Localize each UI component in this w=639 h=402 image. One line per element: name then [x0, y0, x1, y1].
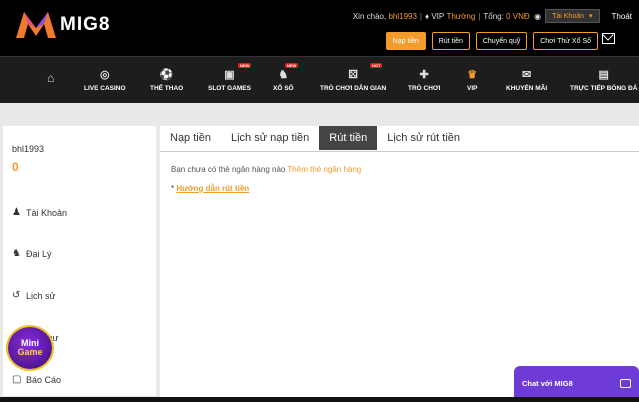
add-bank-link[interactable]: Thêm thẻ ngân hàng: [287, 165, 361, 174]
nav-item-folk-games[interactable]: HOT ⚄ TRÒ CHƠI DÂN GIAN: [320, 57, 386, 103]
nav-label: SLOT GAMES: [208, 85, 251, 92]
chat-label: Chat với MIG8: [522, 378, 573, 388]
main-nav: ⌂ ◎ LIVE CASINO ⚽ THỂ THAO NEW ▣ SLOT GA…: [0, 56, 639, 103]
account-select-value: Tài Khoản: [552, 12, 585, 20]
sidebar-username: bhl1993: [12, 144, 45, 154]
sidebar-item-label: Tài Khoản: [26, 207, 68, 218]
gift-icon: ✉: [521, 69, 532, 81]
nav-label: KHUYẾN MÃI: [506, 85, 548, 92]
nav-label: LIVE CASINO: [84, 85, 126, 92]
mini-game-line2: Game: [17, 347, 43, 357]
mail-icon[interactable]: [602, 33, 615, 44]
account-select[interactable]: Tài Khoản ▾: [545, 9, 600, 23]
transfer-button[interactable]: Chuyển quỹ: [475, 32, 528, 50]
total-value: 0 VNĐ: [506, 11, 530, 21]
nav-item-live-football[interactable]: ▤ TRỰC TIẾP BÓNG ĐÁ: [570, 57, 637, 103]
report-icon: ▢: [12, 374, 22, 385]
chip-icon: ◎: [99, 69, 110, 81]
lottery-trial-button[interactable]: Chơi Thử Xổ Số: [533, 32, 598, 50]
action-buttons: Nạp tiền Rút tiền Chuyển quỹ Chơi Thử Xổ…: [385, 32, 598, 50]
logout-link[interactable]: Thoát: [612, 12, 632, 21]
chevron-down-icon: ▾: [589, 13, 593, 20]
chat-bubble-icon: [620, 378, 631, 388]
nav-label: VIP: [467, 85, 478, 92]
lottery-icon: ♞: [278, 69, 289, 81]
vip-level: Thường: [446, 11, 476, 21]
username-link[interactable]: bhl1993: [388, 12, 416, 21]
tab-withdraw-history[interactable]: Lịch sử rút tiền: [377, 126, 470, 150]
nav-label: TRÒ CHƠI: [408, 85, 441, 92]
sidebar-item-label: Lịch sử: [26, 290, 56, 301]
nav-item-games[interactable]: ✚ TRÒ CHƠI: [408, 57, 440, 103]
brand-logo[interactable]: MIG8: [14, 10, 110, 40]
nav-item-live-casino[interactable]: ◎ LIVE CASINO: [84, 57, 126, 103]
nav-label: TRÒ CHƠI DÂN GIAN: [320, 85, 387, 92]
sidebar-item-account[interactable]: ♟ Tài Khoản: [12, 207, 67, 218]
sidebar-item-history[interactable]: ↺ Lịch sử: [12, 290, 56, 301]
no-bank-message: Bạn chưa có thẻ ngân hàng nào Thêm thẻ n…: [171, 165, 361, 174]
deposit-button[interactable]: Nạp tiền: [385, 32, 426, 50]
nav-item-sports[interactable]: ⚽ THỂ THAO: [150, 57, 183, 103]
ball-icon: ⚽: [159, 69, 174, 81]
nav-label: TRỰC TIẾP BÓNG ĐÁ: [570, 85, 638, 92]
tv-icon: ▤: [598, 69, 609, 81]
no-bank-text: Bạn chưa có thẻ ngân hàng nào: [171, 165, 286, 174]
tab-bar: Nạp tiền Lịch sử nạp tiền Rút tiền Lịch …: [160, 126, 639, 152]
tab-withdraw[interactable]: Rút tiền: [319, 126, 378, 150]
diamond-icon: ♦: [425, 11, 430, 21]
nav-label: THỂ THAO: [150, 85, 184, 92]
sidebar-item-label: Báo Cáo: [26, 374, 62, 385]
sidebar-item-label: Đại Lý: [26, 248, 52, 259]
new-badge: NEW: [238, 63, 252, 68]
nav-item-promotions[interactable]: ✉ KHUYẾN MÃI: [506, 57, 547, 103]
tab-deposit-history[interactable]: Lịch sử nạp tiền: [221, 126, 319, 150]
slot-icon: ▣: [224, 69, 235, 81]
tab-deposit[interactable]: Nạp tiền: [160, 126, 221, 150]
total-label: Tổng:: [483, 11, 504, 21]
history-icon: ↺: [12, 290, 21, 301]
guide-bullet: *: [171, 184, 175, 193]
sidebar-item-agents[interactable]: ♞ Đại Lý: [12, 248, 52, 259]
top-header: MIG8 Xin chào, bhl1993 | ♦ VIP Thường | …: [0, 0, 639, 56]
withdraw-button[interactable]: Rút tiền: [431, 32, 470, 50]
gamepad-icon: ✚: [419, 69, 429, 81]
chat-button[interactable]: Chat với MIG8: [514, 366, 639, 400]
vip-label: VIP: [431, 11, 445, 21]
eye-icon[interactable]: ◉: [534, 12, 541, 21]
account-bar: Xin chào, bhl1993 | ♦ VIP Thường | Tổng:…: [353, 9, 639, 23]
nav-item-vip[interactable]: ♛ VIP: [467, 57, 477, 103]
mini-game-button[interactable]: Mini Game: [8, 327, 52, 369]
withdraw-guide-link[interactable]: Hướng dẫn rút tiền: [176, 184, 249, 193]
withdraw-guide: * Hướng dẫn rút tiền: [171, 184, 249, 193]
greeting-text: Xin chào,: [352, 11, 387, 21]
home-icon[interactable]: ⌂: [47, 71, 61, 85]
main-panel: Nạp tiền Lịch sử nạp tiền Rút tiền Lịch …: [160, 126, 639, 402]
dice-icon: ⚄: [348, 69, 358, 81]
hot-badge: HOT: [370, 63, 383, 68]
brand-name: MIG8: [60, 14, 111, 35]
agents-icon: ♞: [12, 248, 21, 259]
user-icon: ♟: [12, 207, 21, 218]
nav-item-slot-games[interactable]: NEW ▣ SLOT GAMES: [208, 57, 252, 103]
bottom-strip: [0, 397, 639, 402]
crown-icon: ♛: [467, 69, 478, 81]
nav-item-lottery[interactable]: NEW ♞ XỔ SỐ: [273, 57, 299, 103]
logo-mark-icon: [16, 12, 56, 38]
nav-label: XỔ SỐ: [273, 85, 294, 92]
new-badge: NEW: [285, 63, 299, 68]
sidebar-balance: 0: [12, 160, 19, 174]
sidebar-item-report[interactable]: ▢ Báo Cáo: [12, 374, 61, 385]
